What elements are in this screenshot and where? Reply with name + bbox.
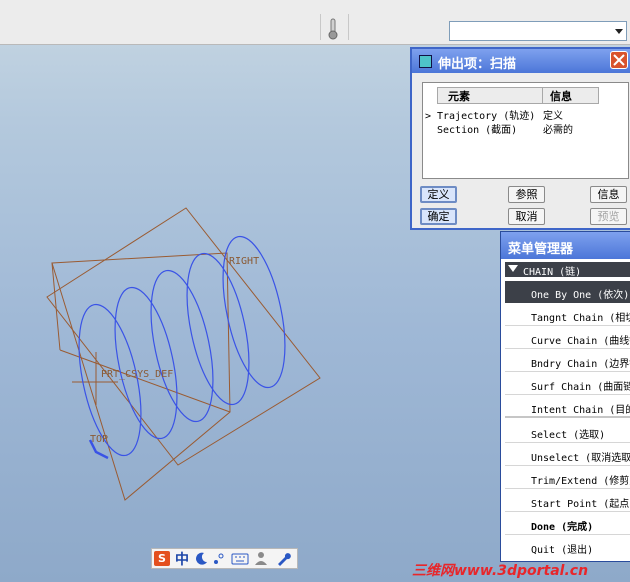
datum-plane-edge	[59, 349, 231, 413]
column-header-info: 信息	[550, 90, 572, 103]
menu-item-unselect[interactable]: Unselect (取消选取)	[505, 444, 630, 466]
ok-button[interactable]: 确定	[420, 208, 457, 225]
sweep-dialog: 伸出项：扫描 元素 信息 > Trajectory (轨迹) 定义 Section…	[410, 47, 630, 230]
column-divider	[542, 88, 543, 103]
element-list-header: 元素 信息	[437, 87, 599, 104]
element-name: Section (截面)	[437, 125, 518, 136]
sweep-dialog-title: 伸出项：扫描	[438, 57, 517, 72]
menu-item-boundary-chain[interactable]: Bndry Chain (边界链)	[505, 350, 630, 372]
menu-manager-titlebar[interactable]: 菜单管理器	[501, 232, 630, 259]
menu-item-label: One By One (依次)	[531, 290, 630, 301]
menu-item-one-by-one[interactable]: One By One (依次)	[505, 281, 630, 303]
define-button[interactable]: 定义	[420, 186, 457, 203]
close-icon	[613, 54, 625, 66]
helix-coil	[150, 269, 214, 423]
watermark: 三维网www.3dportal.cn	[412, 563, 589, 579]
menu-item-trim-extend[interactable]: Trim/Extend (修剪/延伸)	[505, 467, 630, 489]
keyboard-icon[interactable]	[231, 551, 249, 566]
element-list[interactable]: 元素 信息 > Trajectory (轨迹) 定义 Section (截面) 必…	[422, 82, 629, 179]
menu-manager: 菜单管理器 CHAIN (链) One By One (依次) Tangnt C…	[500, 231, 630, 562]
refs-button[interactable]: 参照	[508, 186, 545, 203]
user-icon[interactable]	[254, 551, 268, 566]
menu-item-label: Select (选取)	[531, 430, 606, 441]
menu-item-label: Curve Chain (曲线链)	[531, 336, 630, 347]
menu-manager-title: 菜单管理器	[508, 242, 574, 257]
menu-item-intent-chain[interactable]: Intent Chain (目的链)	[505, 396, 630, 418]
ime-mode-toggle[interactable]: 中	[175, 549, 189, 569]
sogou-logo-icon[interactable]: S	[154, 551, 170, 566]
element-row[interactable]: > Trajectory (轨迹) 定义	[425, 107, 563, 122]
menu-item-curve-chain[interactable]: Curve Chain (曲线链)	[505, 327, 630, 349]
menu-item-label: Done (完成)	[531, 522, 594, 533]
preview-button[interactable]: 预览	[590, 208, 627, 225]
menu-item-label: Start Point (起点)	[531, 499, 630, 510]
wrench-icon[interactable]	[276, 551, 292, 566]
element-info: 必需的	[543, 125, 573, 136]
element-row[interactable]: Section (截面) 必需的	[425, 121, 573, 136]
cancel-button[interactable]: 取消	[508, 208, 545, 225]
menu-item-label: Unselect (取消选取)	[531, 453, 630, 464]
menu-item-select[interactable]: Select (选取)	[505, 421, 630, 443]
ime-toolbar: S 中	[151, 548, 298, 569]
helix-coil	[186, 252, 250, 406]
menu-item-label: Tangnt Chain (相切链)	[531, 313, 630, 324]
menu-item-label: Quit (退出)	[531, 545, 594, 556]
menu-item-done[interactable]: Done (完成)	[505, 513, 630, 535]
element-info: 定义	[543, 111, 563, 122]
menu-item-label: Bndry Chain (边界链)	[531, 359, 630, 370]
datum-label-right: RIGHT	[229, 256, 259, 267]
window-icon	[419, 55, 432, 68]
menu-section-label: CHAIN (链)	[523, 267, 582, 278]
menu-item-quit[interactable]: Quit (退出)	[505, 536, 630, 558]
menu-item-label: Trim/Extend (修剪/延伸)	[531, 476, 630, 487]
datum-planes	[46, 207, 321, 501]
menu-section-chain[interactable]: CHAIN (链)	[505, 262, 630, 278]
sweep-dialog-titlebar[interactable]: 伸出项：扫描	[412, 49, 630, 73]
moon-icon[interactable]	[195, 551, 209, 566]
menu-item-surface-chain[interactable]: Surf Chain (曲面链)	[505, 373, 630, 395]
punctuation-icon[interactable]	[212, 551, 226, 566]
close-button[interactable]	[610, 51, 628, 69]
menu-item-start-point[interactable]: Start Point (起点)	[505, 490, 630, 512]
menu-item-label: Surf Chain (曲面链)	[531, 382, 630, 393]
menu-item-label: Intent Chain (目的链)	[531, 405, 630, 416]
menu-item-tangent-chain[interactable]: Tangnt Chain (相切链)	[505, 304, 630, 326]
triangle-down-icon	[508, 265, 518, 272]
datum-plane-front	[46, 207, 321, 466]
helix-coil	[114, 286, 178, 440]
datum-label-csys: PRT_CSYS_DEF	[101, 369, 173, 380]
datum-label-top: TOP	[90, 434, 108, 445]
info-button[interactable]: 信息	[590, 186, 627, 203]
helix-coil	[78, 303, 142, 457]
column-header-element: 元素	[448, 90, 470, 103]
